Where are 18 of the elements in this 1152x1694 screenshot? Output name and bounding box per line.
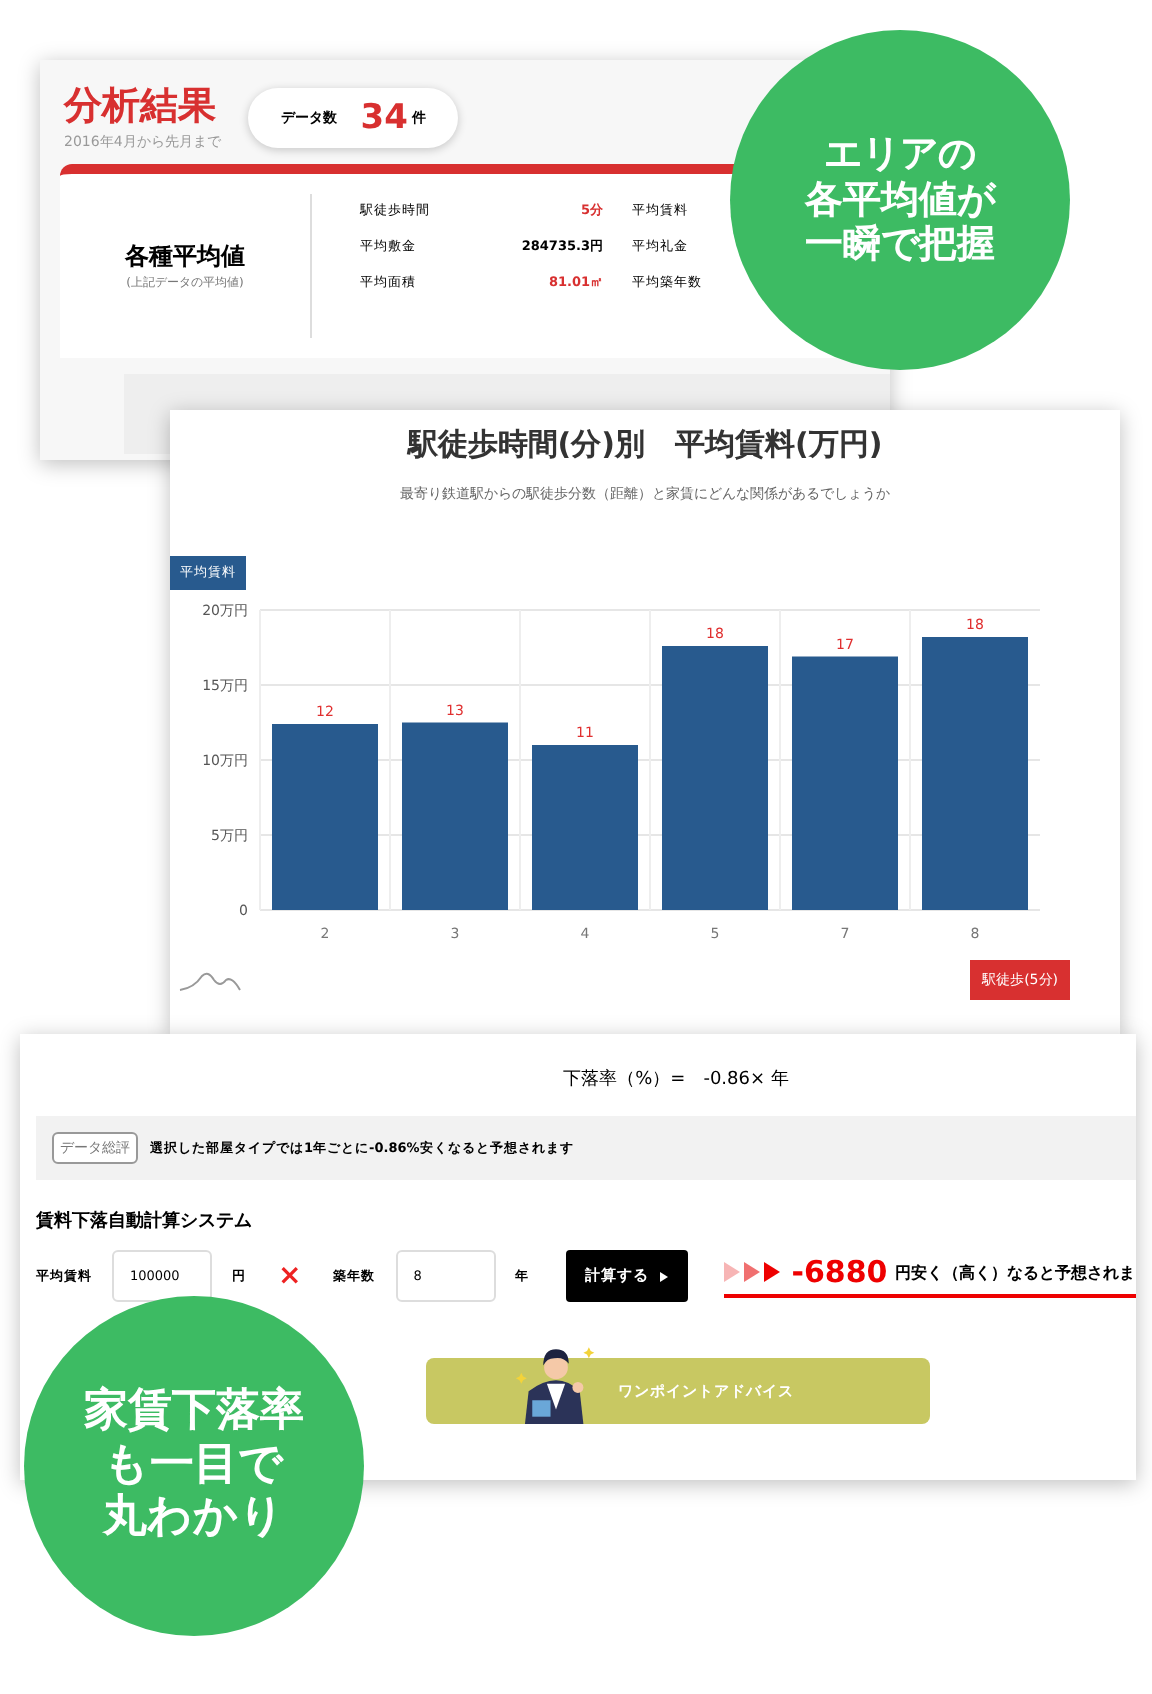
chart-title: 駅徒歩時間(分)別 平均賃料(万円) (407, 426, 883, 464)
calc-heading: 賃料下落自動計算システム (36, 1208, 254, 1234)
caret-icon (659, 1271, 668, 1281)
callout-text: 家賃下落率 (84, 1386, 304, 1440)
callout-text: も一目で (104, 1439, 284, 1493)
callout-text: 一瞬で把握 (805, 222, 995, 269)
multiply-sign: × (278, 1260, 302, 1292)
card-title: 分析結果 (64, 82, 218, 132)
mountain-icon (178, 968, 242, 992)
count-value: 34 (360, 98, 408, 138)
callout-text: 丸わかり (103, 1492, 285, 1546)
averages-heading: 各種平均値 (125, 240, 245, 274)
callout-text: エリアの (824, 131, 976, 178)
result-amount: -6880 (791, 1254, 888, 1290)
callout-text: 各平均値が (805, 177, 995, 223)
arrows-icon (723, 1260, 784, 1284)
result-text: 円安く（高く）なると予想されま (895, 1261, 1136, 1283)
formula-text: 下落率（%）= -0.86× 年 (561, 1067, 791, 1092)
